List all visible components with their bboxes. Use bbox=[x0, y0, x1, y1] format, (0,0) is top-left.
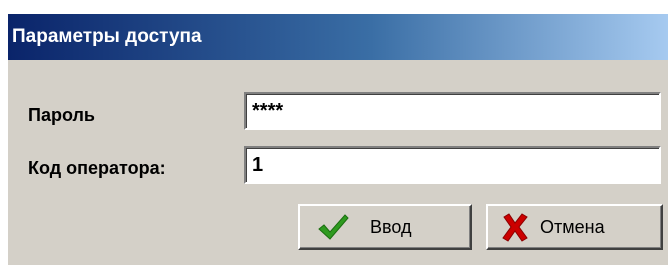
operator-code-label: Код оператора: bbox=[28, 158, 166, 178]
dialog-title: Параметры доступа bbox=[8, 14, 668, 60]
password-label: Пароль bbox=[28, 105, 95, 125]
enter-button-label: Ввод bbox=[370, 216, 412, 237]
password-field[interactable] bbox=[244, 92, 661, 130]
cross-icon bbox=[500, 210, 530, 244]
enter-button[interactable]: Ввод bbox=[298, 204, 472, 250]
cancel-button-label: Отмена bbox=[540, 216, 605, 237]
operator-code-field[interactable] bbox=[244, 146, 661, 184]
access-parameters-dialog: Параметры доступа Пароль Код оператора: … bbox=[8, 14, 668, 265]
checkmark-icon bbox=[316, 210, 350, 244]
cancel-button[interactable]: Отмена bbox=[486, 204, 663, 250]
